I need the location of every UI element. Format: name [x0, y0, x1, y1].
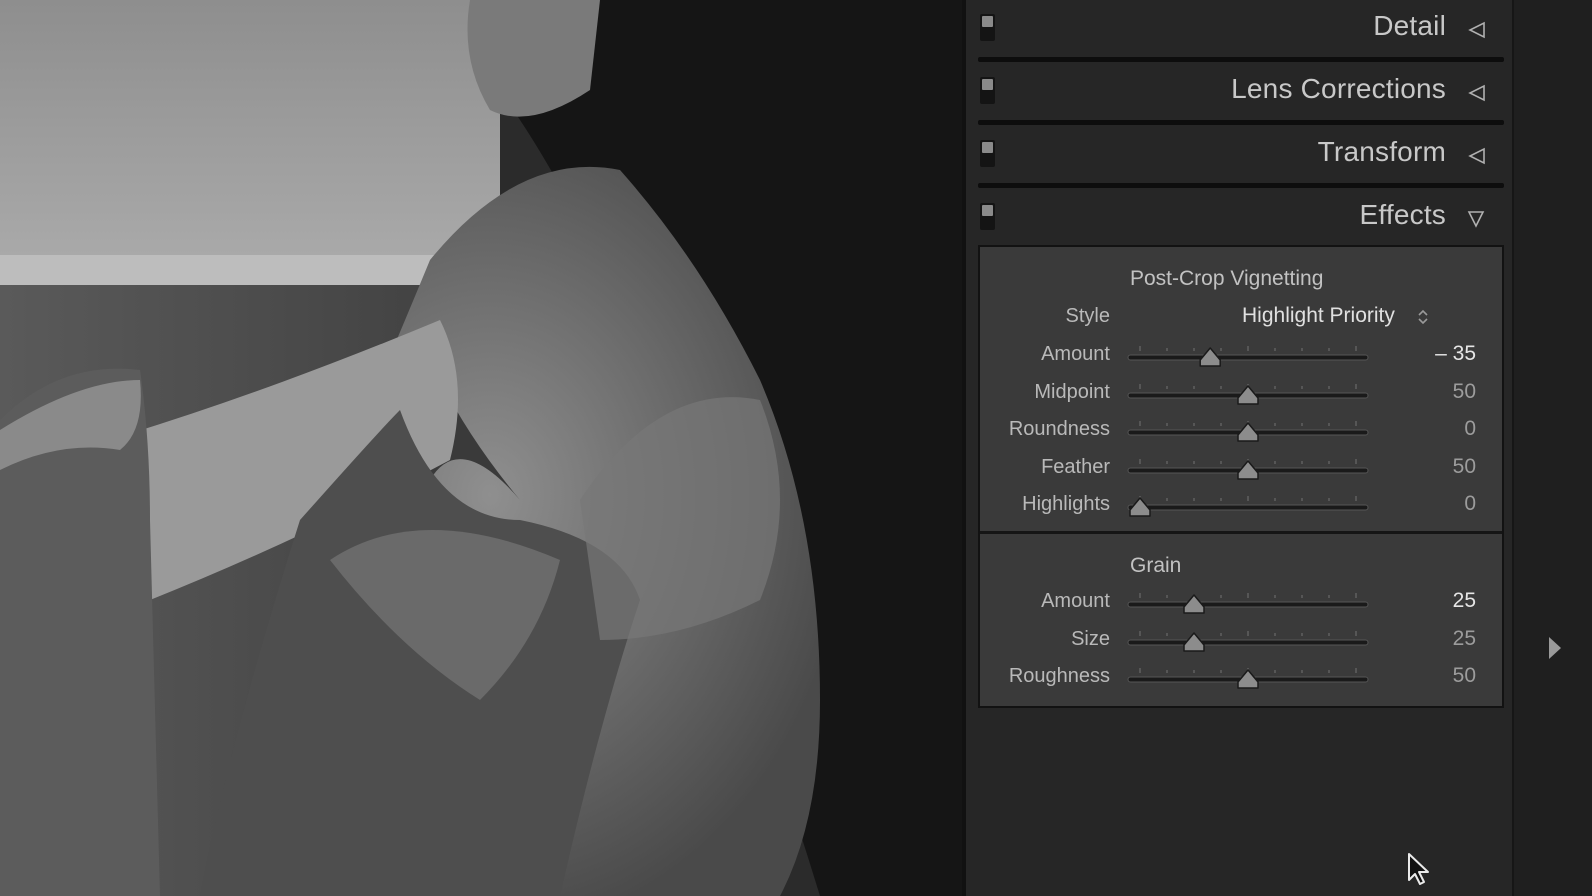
- grain-roughness-value[interactable]: 50: [1453, 664, 1476, 688]
- slider-thumb[interactable]: [1199, 347, 1221, 367]
- up-down-arrows-icon[interactable]: [1416, 307, 1430, 327]
- section-title-detail: Detail: [1373, 10, 1446, 41]
- vignetting-amount-value[interactable]: – 35: [1435, 342, 1476, 366]
- section-title-lens-corrections: Lens Corrections: [1231, 73, 1446, 104]
- effects-panel-body: Post-Crop Vignetting Style Highlight Pri…: [978, 245, 1504, 708]
- section-header-effects[interactable]: Effects: [978, 189, 1504, 245]
- group-title-grain: Grain: [1130, 554, 1182, 577]
- triangle-left-icon[interactable]: [1466, 83, 1486, 103]
- slider-thumb[interactable]: [1237, 669, 1259, 689]
- triangle-left-icon[interactable]: [1466, 146, 1486, 166]
- vignetting-roundness-label: Roundness: [1008, 418, 1110, 440]
- section-divider: [978, 120, 1504, 125]
- slider-thumb[interactable]: [1237, 422, 1259, 442]
- triangle-down-icon[interactable]: [1466, 209, 1486, 229]
- section-toggle-switch-detail[interactable]: [980, 14, 995, 41]
- vignetting-amount-slider[interactable]: [1127, 344, 1369, 368]
- grain-amount-slider[interactable]: [1127, 591, 1369, 615]
- style-dropdown[interactable]: Highlight Priority: [1242, 304, 1395, 328]
- vignetting-midpoint-value[interactable]: 50: [1453, 380, 1476, 404]
- section-title-effects: Effects: [1359, 199, 1446, 230]
- slider-thumb[interactable]: [1237, 459, 1259, 480]
- section-toggle-switch-transform[interactable]: [980, 140, 995, 167]
- vignetting-highlights-value[interactable]: 0: [1464, 492, 1476, 516]
- photo-image: [0, 0, 962, 896]
- grain-amount-value[interactable]: 25: [1453, 589, 1476, 613]
- grain-group: Grain Amount 25 Size 25 Roughness 50: [980, 531, 1502, 706]
- section-title-transform: Transform: [1317, 136, 1446, 167]
- vignetting-feather-label: Feather: [1041, 455, 1110, 478]
- grain-roughness-slider[interactable]: [1127, 666, 1369, 690]
- slider-thumb[interactable]: [1129, 497, 1151, 517]
- post-crop-vignetting-group: Post-Crop Vignetting Style Highlight Pri…: [980, 247, 1502, 531]
- section-header-transform[interactable]: Transform: [978, 126, 1504, 188]
- section-header-lens-corrections[interactable]: Lens Corrections: [978, 63, 1504, 125]
- section-toggle-switch-lens-corrections[interactable]: [980, 77, 995, 104]
- vignetting-feather-value[interactable]: 50: [1453, 455, 1476, 479]
- triangle-left-icon[interactable]: [1466, 20, 1486, 40]
- mouse-pointer-icon: [1408, 853, 1429, 885]
- develop-right-panel: Detail Lens Corrections Transform Effect…: [962, 0, 1512, 896]
- grain-size-value[interactable]: 25: [1453, 627, 1476, 651]
- vignetting-roundness-slider[interactable]: [1127, 419, 1369, 443]
- right-panel-edge: [1512, 0, 1592, 896]
- vignetting-highlights-slider[interactable]: [1127, 494, 1369, 518]
- grain-size-slider[interactable]: [1127, 629, 1369, 653]
- vignetting-midpoint-slider[interactable]: [1127, 382, 1369, 406]
- section-toggle-switch-effects[interactable]: [980, 203, 995, 230]
- slider-thumb[interactable]: [1183, 594, 1205, 614]
- triangle-right-icon[interactable]: [1548, 636, 1562, 660]
- style-label: Style: [1065, 305, 1110, 327]
- vignetting-feather-slider[interactable]: [1127, 457, 1369, 481]
- grain-roughness-label: Roughness: [1008, 665, 1110, 687]
- section-header-detail[interactable]: Detail: [978, 0, 1504, 62]
- section-divider: [978, 57, 1504, 62]
- slider-thumb[interactable]: [1237, 384, 1259, 405]
- photo-preview: [0, 0, 962, 896]
- slider-thumb[interactable]: [1183, 631, 1205, 652]
- section-divider: [978, 183, 1504, 188]
- grain-amount-label: Amount: [1041, 590, 1110, 612]
- vignetting-roundness-value[interactable]: 0: [1464, 417, 1476, 441]
- vignetting-midpoint-label: Midpoint: [1034, 380, 1110, 403]
- group-title-vignetting: Post-Crop Vignetting: [1130, 267, 1324, 290]
- vignetting-highlights-label: Highlights: [1022, 493, 1110, 515]
- vignetting-amount-label: Amount: [1041, 343, 1110, 365]
- grain-size-label: Size: [1071, 627, 1110, 650]
